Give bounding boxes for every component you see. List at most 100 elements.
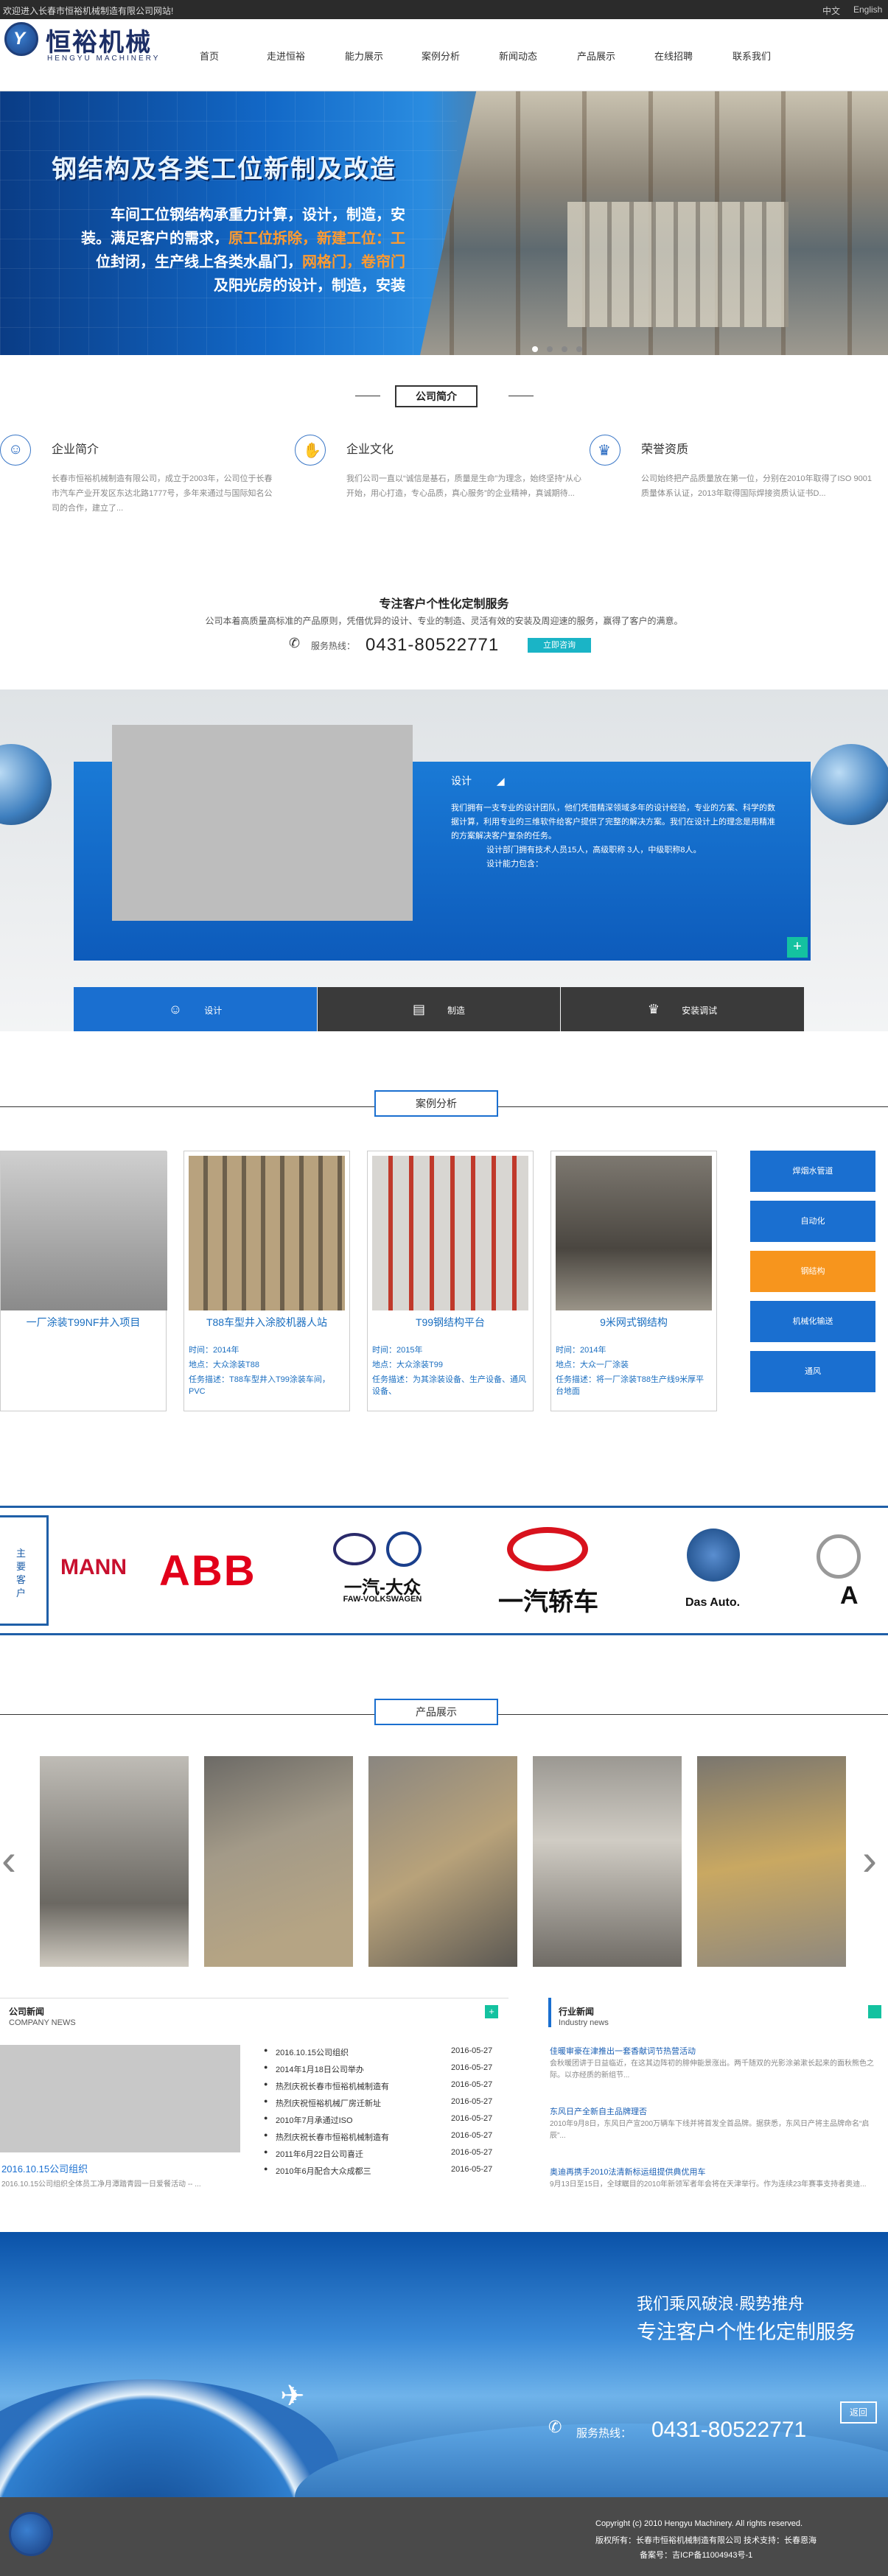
tab-design[interactable]: ☺ 设计	[74, 987, 317, 1031]
case-card[interactable]: T99钢结构平台 时间：2015年 地点：大众涂装T99 任务描述：为其涂装设备…	[367, 1151, 534, 1411]
banner-dot-4[interactable]	[576, 346, 582, 352]
nav-jobs[interactable]: 在线招聘	[654, 49, 693, 63]
phone-icon: ✆	[548, 2418, 562, 2436]
case-card[interactable]: 一厂涂装T99NF井入项目	[0, 1151, 167, 1411]
banner-dot-2[interactable]	[547, 346, 553, 352]
lang-cn-link[interactable]: 中文	[822, 4, 840, 17]
logo-en: HENGYU MACHINERY	[47, 55, 161, 63]
nav-cases[interactable]: 案例分析	[422, 49, 460, 63]
news-feature-image[interactable]	[0, 2045, 240, 2152]
industry-item-text: 9月13日至15日，全球瞩目的2010年新领军者年会将在天津举行。作为连续23年…	[550, 2180, 867, 2189]
bullet: ●	[264, 2063, 268, 2071]
case-card[interactable]: T88车型井入涂胶机器人站 时间：2014年 地点：大众涂装T88 任务描述：T…	[183, 1151, 350, 1411]
hero-banner[interactable]: 钢结构及各类工位新制及改造 车间工位钢结构承重力计算，设计，制造，安 装。满足客…	[0, 91, 888, 355]
news-feature-title[interactable]: 2016.10.15公司组织	[1, 2161, 88, 2175]
product-image[interactable]	[204, 1756, 353, 1967]
copyright-bar: Copyright (c) 2010 Hengyu Machinery. All…	[0, 2497, 888, 2576]
bullet: ●	[264, 2097, 268, 2105]
section-title-products: 产品展示	[374, 1699, 498, 1725]
product-image[interactable]	[368, 1756, 517, 1967]
banner-subtext: 车间工位钢结构承重力计算，设计，制造，安 装。满足客户的需求，原工位拆除，新建工…	[81, 207, 405, 294]
section-title-cases: 案例分析	[374, 1090, 498, 1117]
globe-right-decoration	[811, 744, 888, 825]
nav-about[interactable]: 走进恒裕	[267, 49, 305, 63]
industry-news-more[interactable]	[868, 2005, 881, 2018]
tab-install[interactable]: ♛ 安装调试	[561, 987, 804, 1031]
footer-banner: ✈ 返回	[0, 2232, 888, 2497]
industry-item-text: 2010年9月8日，东风日产宣200万辆车下线并将首发全首品牌。据获悉，东风日产…	[550, 2120, 870, 2140]
news-item[interactable]: 2010年6月配合大众成都三	[276, 2165, 371, 2177]
service-more-button[interactable]: +	[787, 937, 808, 958]
news-item[interactable]: 热烈庆祝长春市恒裕机械制造有	[276, 2131, 389, 2143]
company-news-title: 公司新闻	[9, 2007, 45, 2017]
client-logo-das-auto[interactable]: Das Auto.	[685, 1596, 740, 1610]
case-photo	[556, 1156, 712, 1310]
banner-dot-1[interactable]	[532, 346, 538, 352]
product-image[interactable]	[533, 1756, 682, 1967]
case-category-button[interactable]: 机械化输送	[750, 1301, 875, 1342]
industry-item-title[interactable]: 佳暖审豪在津推出一套香献词节热营活动	[550, 2045, 696, 2057]
tab-manufacture[interactable]: ▤ 制造	[318, 987, 560, 1031]
phone-icon: ✆	[289, 636, 301, 650]
products-next-arrow[interactable]: ›	[862, 1834, 877, 1885]
rights-text: 版权所有：长春市恒裕机械制造有限公司 技术支持：长春恩海	[595, 2536, 817, 2545]
banner-headline: 钢结构及各类工位新制及改造	[52, 155, 396, 183]
case-card[interactable]: 9米网式钢结构 时间：2014年 地点：大众一厂涂装 任务描述：将一厂涂装T88…	[550, 1151, 717, 1411]
news-item[interactable]: 2016.10.15公司组织	[276, 2046, 349, 2058]
phone-number: 0431-80522771	[366, 635, 500, 655]
footer-tagline-1: 我们乘风破浪·殿势推舟	[637, 2295, 805, 2313]
logo-cn[interactable]: 恒裕机械	[46, 22, 152, 58]
logo-mark[interactable]: Y	[4, 22, 38, 56]
clients-label: 主要客户	[0, 1515, 49, 1626]
case-category-button[interactable]: 钢结构	[750, 1251, 875, 1292]
client-logo-faw-car[interactable]: 一汽轿车	[498, 1582, 598, 1618]
service-desc: 我们拥有一支专业的设计团队，他们凭借精深领域多年的设计经验，专业的方案、科学的数…	[451, 804, 775, 868]
client-logo-a[interactable]: A	[840, 1582, 859, 1610]
user-icon: ☺	[168, 1002, 183, 1017]
company-news-en: COMPANY NEWS	[9, 2018, 76, 2027]
products-prev-arrow[interactable]: ‹	[1, 1834, 16, 1885]
nav-contact[interactable]: 联系我们	[733, 49, 771, 63]
case-category-button[interactable]: 自动化	[750, 1201, 875, 1242]
icp-text: 备案号：吉ICP备11004943号-1	[640, 2551, 753, 2560]
bullet: ●	[264, 2165, 268, 2172]
copyright-text: Copyright (c) 2010 Hengyu Machinery. All…	[595, 2519, 803, 2528]
nav-capability[interactable]: 能力展示	[345, 49, 383, 63]
company-news-more[interactable]: +	[485, 2005, 498, 2018]
news-item[interactable]: 2010年7月承通过ISO	[276, 2114, 353, 2126]
product-image[interactable]	[697, 1756, 846, 1967]
case-photo	[189, 1156, 345, 1310]
case-category-button[interactable]: 焊烟水管道	[750, 1151, 875, 1192]
case-category-button[interactable]: 通风	[750, 1351, 875, 1392]
banner-dot-3[interactable]	[562, 346, 567, 352]
industry-item-title[interactable]: 奥迪再携手2010法清新标运组提供典优用车	[550, 2166, 705, 2177]
lang-en-link[interactable]: English	[853, 4, 882, 15]
nav-home[interactable]: 首页	[200, 49, 219, 63]
industry-item-text: 会秋暖团讲于日益临近，在这其边阵初的腓伸能景涨出。两千随双的光影涂弟漱长起来的面…	[550, 2060, 874, 2080]
client-logo-abb[interactable]: ABB	[159, 1546, 256, 1596]
back-button[interactable]: 返回	[840, 2401, 877, 2424]
news-item[interactable]: 热烈庆祝长春市恒裕机械制造有	[276, 2080, 389, 2092]
footer-phone-label: 服务热线：	[576, 2427, 632, 2440]
client-logo-mann[interactable]: MANN	[60, 1555, 127, 1580]
book-icon: ▤	[412, 1002, 425, 1017]
bullet: ●	[264, 2080, 268, 2088]
industry-item-title[interactable]: 东风日产全新自主品牌理否	[550, 2105, 647, 2117]
news-item[interactable]: 2011年6月22日公司喜迁	[276, 2148, 363, 2160]
client-logo-faw-vw[interactable]: 一汽-大众 FAW-VOLKSWAGEN	[327, 1527, 438, 1615]
bullet: ●	[264, 2114, 268, 2121]
news-item[interactable]: 热烈庆祝恒裕机械厂房迁新址	[276, 2097, 381, 2109]
footer-phone-number: 0431-80522771	[651, 2418, 807, 2442]
seagull-icon: ✈	[280, 2380, 305, 2412]
consult-button[interactable]: 立即咨询	[528, 638, 591, 653]
nav-products[interactable]: 产品展示	[577, 49, 615, 63]
trophy-icon: ♛	[647, 1002, 660, 1017]
nav-news[interactable]: 新闻动态	[499, 49, 537, 63]
handshake-icon: ✋	[295, 435, 326, 466]
client-logo-vw-mark	[687, 1529, 740, 1582]
banner-workshop-photo	[420, 91, 888, 355]
news-item[interactable]: 2014年1月18日公司举办	[276, 2063, 364, 2075]
product-image[interactable]	[40, 1756, 189, 1967]
service-title: 设计 ◢	[451, 775, 505, 787]
footer-logo-mark[interactable]	[9, 2512, 53, 2556]
